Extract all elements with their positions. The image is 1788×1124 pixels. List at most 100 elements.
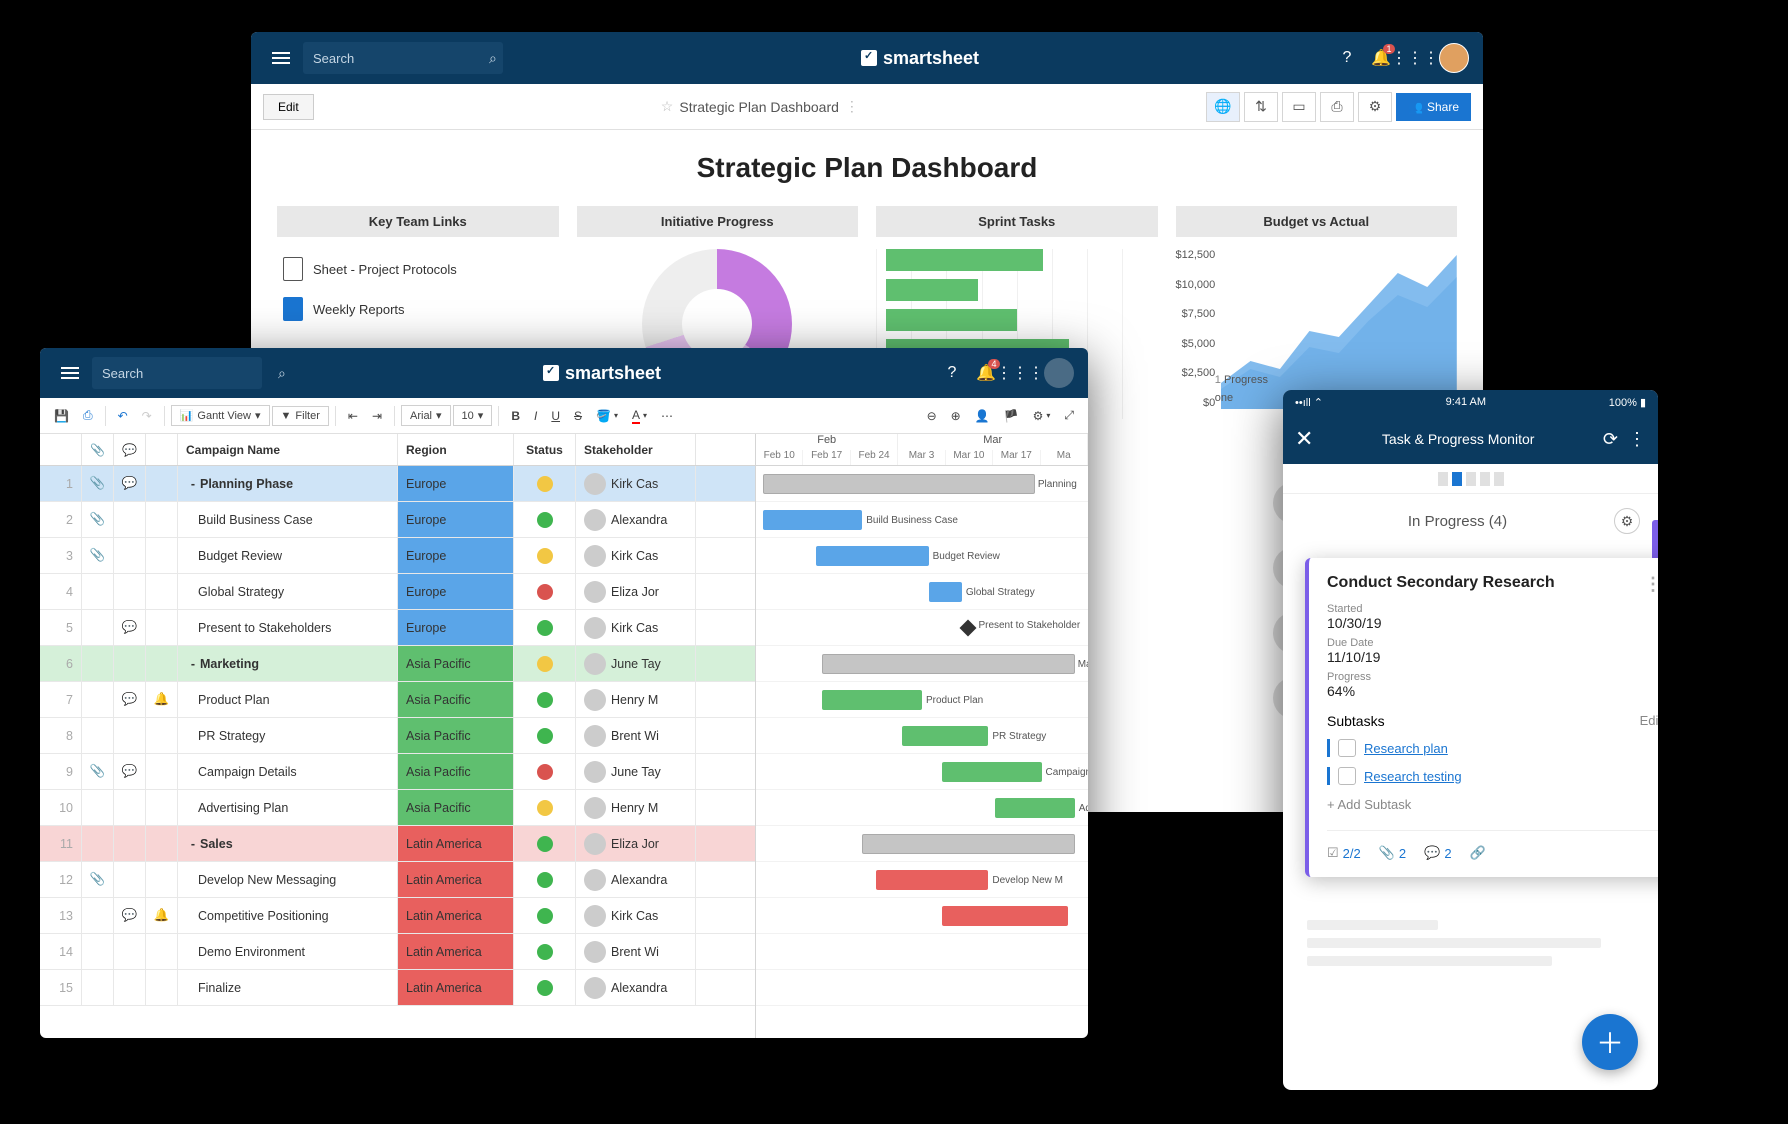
milestone-icon[interactable] xyxy=(959,620,976,637)
gantt-bar[interactable]: Adv xyxy=(995,798,1075,818)
table-row[interactable]: 5 💬 Present to Stakeholders Europe Kirk … xyxy=(40,610,755,646)
more-format-button[interactable]: ⋯ xyxy=(655,405,679,427)
bold-button[interactable]: B xyxy=(505,405,526,427)
gantt-bar[interactable]: Product Plan xyxy=(822,690,922,710)
table-row[interactable]: 14 Demo Environment Latin America Brent … xyxy=(40,934,755,970)
add-subtask-button[interactable]: + Add Subtask xyxy=(1327,797,1658,812)
collapse-icon[interactable]: - xyxy=(186,477,200,491)
print-button[interactable]: ⎙ xyxy=(1320,92,1354,122)
comment-column-icon[interactable]: 💬 xyxy=(114,434,146,465)
table-row[interactable]: 11 -Sales Latin America Eliza Jor xyxy=(40,826,755,862)
apps-icon[interactable]: ⋮⋮⋮ xyxy=(1405,48,1425,68)
checkbox[interactable] xyxy=(1338,739,1356,757)
user-avatar[interactable] xyxy=(1439,43,1469,73)
activity-button[interactable]: ⇅ xyxy=(1244,92,1278,122)
more-icon[interactable]: ⋮ xyxy=(1628,429,1646,450)
print-button[interactable]: ⎙ xyxy=(77,404,99,427)
table-row[interactable]: 10 Advertising Plan Asia Pacific Henry M xyxy=(40,790,755,826)
attachment-count[interactable]: 📎2 xyxy=(1379,845,1406,861)
table-row[interactable]: 2 📎 Build Business Case Europe Alexandra xyxy=(40,502,755,538)
italic-button[interactable]: I xyxy=(528,405,543,427)
help-icon[interactable]: ? xyxy=(1337,48,1357,68)
outdent-button[interactable]: ⇤ xyxy=(342,405,364,427)
gantt-bar[interactable] xyxy=(862,834,1074,854)
mobile-tab[interactable] xyxy=(1480,472,1490,486)
zoom-out-button[interactable]: ⊖ xyxy=(921,405,943,427)
view-selector[interactable]: 📊 Gantt View ▾ xyxy=(171,405,270,426)
checklist-count[interactable]: ☑2/2 xyxy=(1327,845,1361,861)
attachment-icon[interactable]: 📎 xyxy=(90,764,106,779)
card-more-icon[interactable]: ⋮ xyxy=(1644,574,1658,595)
present-button[interactable]: ▭ xyxy=(1282,92,1316,122)
table-row[interactable]: 8 PR Strategy Asia Pacific Brent Wi xyxy=(40,718,755,754)
comment-icon[interactable]: 💬 xyxy=(122,908,138,923)
subtask-row[interactable]: Research plan xyxy=(1327,739,1658,757)
edit-button[interactable]: Edit xyxy=(263,94,314,120)
gantt-bar[interactable]: Build Business Case xyxy=(763,510,863,530)
redo-button[interactable]: ↷ xyxy=(136,405,158,427)
share-button[interactable]: 👥Share xyxy=(1396,93,1471,121)
star-icon[interactable]: ☆ xyxy=(661,98,674,115)
table-row[interactable]: 3 📎 Budget Review Europe Kirk Cas xyxy=(40,538,755,574)
drag-handle-icon[interactable] xyxy=(1327,767,1330,785)
people-button[interactable]: 👤 xyxy=(969,405,996,427)
zoom-in-button[interactable]: ⊕ xyxy=(945,405,967,427)
comment-icon[interactable]: 💬 xyxy=(122,692,138,707)
indent-button[interactable]: ⇥ xyxy=(366,405,388,427)
comment-icon[interactable]: 💬 xyxy=(122,620,138,635)
filter-button[interactable]: ▼ Filter xyxy=(272,406,329,426)
search-box[interactable]: ⌕ xyxy=(92,357,262,389)
strikethrough-button[interactable]: S xyxy=(568,405,588,427)
link-item[interactable]: Weekly Reports xyxy=(277,289,559,329)
table-row[interactable]: 15 Finalize Latin America Alexandra xyxy=(40,970,755,1006)
mobile-tab[interactable] xyxy=(1466,472,1476,486)
reminder-icon[interactable]: 🔔 xyxy=(154,908,170,923)
reminder-icon[interactable]: 🔔 xyxy=(154,692,170,707)
mobile-tab[interactable] xyxy=(1452,472,1462,486)
menu-button[interactable] xyxy=(54,357,86,389)
attachment-icon[interactable]: 📎 xyxy=(90,872,106,887)
mobile-tab[interactable] xyxy=(1438,472,1448,486)
notifications-icon[interactable]: 🔔4 xyxy=(976,363,996,383)
table-row[interactable]: 9 📎 💬 Campaign Details Asia Pacific June… xyxy=(40,754,755,790)
comment-count[interactable]: 💬2 xyxy=(1424,845,1451,861)
task-card[interactable]: Conduct Secondary Research⋮ Started 10/3… xyxy=(1305,558,1658,877)
subtask-row[interactable]: Research testing xyxy=(1327,767,1658,785)
menu-button[interactable] xyxy=(265,42,297,74)
collapse-icon[interactable]: - xyxy=(186,657,200,671)
help-icon[interactable]: ? xyxy=(942,363,962,383)
search-box[interactable]: ⌕ xyxy=(303,42,503,74)
user-avatar[interactable] xyxy=(1044,358,1074,388)
mobile-tab[interactable] xyxy=(1494,472,1504,486)
undo-button[interactable]: ↶ xyxy=(112,405,134,427)
gantt-bar[interactable]: Planning xyxy=(763,474,1035,494)
comment-icon[interactable]: 💬 xyxy=(122,476,138,491)
search-input[interactable] xyxy=(313,51,489,66)
apps-icon[interactable]: ⋮⋮⋮ xyxy=(1010,363,1030,383)
link-icon[interactable]: 🔗 xyxy=(1470,845,1486,861)
gantt-bar[interactable]: PR Strategy xyxy=(902,726,988,746)
flag-button[interactable]: 🏴 xyxy=(998,405,1025,427)
fab-add-button[interactable]: ＋ xyxy=(1582,1014,1638,1070)
settings-button[interactable]: ⚙▾ xyxy=(1027,405,1057,427)
gantt-bar[interactable]: Global Strategy xyxy=(929,582,962,602)
table-row[interactable]: 12 📎 Develop New Messaging Latin America… xyxy=(40,862,755,898)
save-button[interactable]: 💾 xyxy=(48,405,75,427)
close-icon[interactable]: ✕ xyxy=(1295,426,1313,452)
fill-color-button[interactable]: 🪣▾ xyxy=(590,405,624,427)
table-row[interactable]: 7 💬 🔔 Product Plan Asia Pacific Henry M xyxy=(40,682,755,718)
settings-button[interactable]: ⚙ xyxy=(1358,92,1392,122)
refresh-icon[interactable]: ⟳ xyxy=(1603,429,1618,450)
table-row[interactable]: 6 -Marketing Asia Pacific June Tay xyxy=(40,646,755,682)
fontsize-selector[interactable]: 10 ▾ xyxy=(453,405,493,426)
globe-button[interactable]: 🌐 xyxy=(1206,92,1240,122)
checkbox[interactable] xyxy=(1338,767,1356,785)
table-row[interactable]: 13 💬 🔔 Competitive Positioning Latin Ame… xyxy=(40,898,755,934)
gear-icon[interactable]: ⚙ xyxy=(1614,508,1640,534)
expand-button[interactable]: ⤢ xyxy=(1058,404,1080,427)
search-input[interactable] xyxy=(102,366,278,381)
gantt-bar[interactable]: Campaign Details xyxy=(942,762,1042,782)
notifications-icon[interactable]: 🔔1 xyxy=(1371,48,1391,68)
title-more-icon[interactable]: ⋮ xyxy=(845,98,859,115)
attachment-icon[interactable]: 📎 xyxy=(90,548,106,563)
